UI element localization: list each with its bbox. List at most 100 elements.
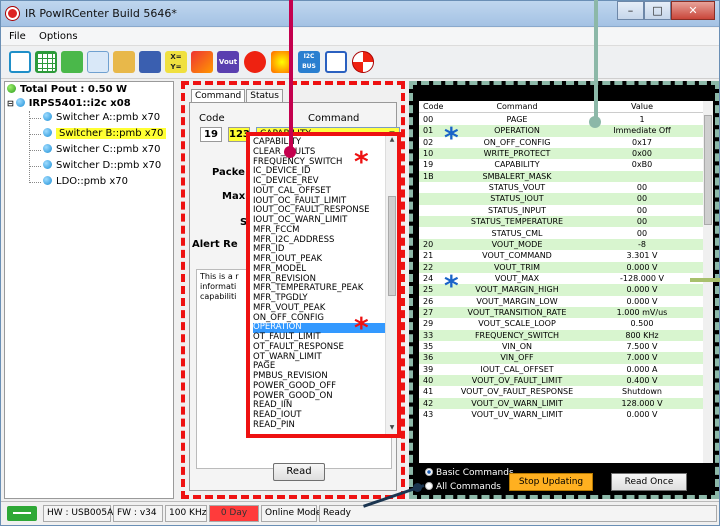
dropdown-option[interactable]: MFR_MODEL [253,264,385,275]
table-row[interactable]: 21 VOUT_COMMAND 3.301 V [419,250,703,261]
chip-icon[interactable] [87,51,109,73]
minimize-button[interactable]: – [617,1,644,20]
table-row[interactable]: 20 VOUT_MODE -8 [419,238,703,251]
scrollbar-thumb[interactable] [704,115,712,225]
read-once-button[interactable]: Read Once [611,473,687,491]
cell-code: 36 [423,353,434,363]
menu-options[interactable]: Options [39,31,78,42]
stop-updating-button[interactable]: Stop Updating [509,473,593,491]
table-row[interactable]: 43 VOUT_UV_WARN_LIMIT 0.000 V [419,409,703,420]
cell-code: 21 [423,251,434,261]
tree-item-switcher-c[interactable]: Switcher C::pmb x70 [43,143,160,157]
tree-icon[interactable] [9,51,31,73]
command-label: Command [308,113,360,124]
capacitor-icon[interactable] [325,51,347,73]
cell-command: VOUT_COMMAND [482,251,552,261]
xy-icon[interactable]: X= Y= [165,51,187,73]
read-button[interactable]: Read [273,463,325,481]
table-row[interactable]: STATUS_VOUT 00 [419,182,703,193]
tree-item-switcher-d[interactable]: Switcher D::pmb x70 [43,159,161,173]
table-row[interactable]: STATUS_INPUT 00 [419,205,703,216]
waveform-icon[interactable] [191,51,213,73]
table-row[interactable]: 02 ON_OFF_CONFIG 0x17 [419,137,703,148]
dropdown-scrollbar[interactable]: ▲ ▼ [385,136,397,434]
cell-value: 00 [636,205,648,215]
scroll-down-icon[interactable]: ▼ [386,424,397,434]
maximize-button[interactable]: □ [644,1,671,20]
tab-command[interactable]: Command [191,89,246,103]
cell-value: 1 [639,115,645,124]
vout-icon[interactable]: Vout [217,51,239,73]
table-row[interactable]: 40 VOUT_OV_FAULT_LIMIT 0.400 V [419,375,703,387]
menu-bar: File Options [1,28,719,46]
cell-command: CAPABILITY [494,160,540,170]
table-row[interactable]: STATUS_TEMPERATURE 00 [419,216,703,228]
table-row[interactable]: 41 VOUT_OV_FAULT_RESPONSE Shutdown [419,386,703,397]
table-row[interactable]: 27 VOUT_TRANSITION_RATE 1.000 mV/us [419,306,703,319]
cell-command: STATUS_CML [491,228,543,238]
cell-code: 39 [423,364,434,374]
grid-scrollbar[interactable] [703,101,713,463]
menu-file[interactable]: File [9,31,26,42]
table-row[interactable]: 26 VOUT_MARGIN_LOW 0.000 V [419,296,703,307]
cell-value: 0.000 V [626,285,658,295]
dropdown-option[interactable]: READ_PIN [253,420,385,431]
export-icon[interactable] [61,51,83,73]
cell-command: FREQUENCY_SWITCH [474,330,560,340]
cell-value: 0x00 [631,149,652,159]
radio-empty-icon [425,482,433,490]
table-row[interactable]: 42 VOUT_OV_WARN_LIMIT 128.000 V [419,397,703,410]
annotation-star-icon: * [354,145,369,178]
table-row[interactable]: 33 FREQUENCY_SWITCH 800 KHz [419,329,703,341]
tree-root[interactable]: Total Pout : 0.50 W [7,83,127,97]
table-row[interactable]: 39 IOUT_CAL_OFFSET 0.000 A [419,364,703,375]
table-row[interactable]: 10 WRITE_PROTECT 0x00 [419,148,703,160]
alert-response-label: Alert Re [192,239,238,250]
radio-basic-commands[interactable]: Basic Commands [425,468,514,478]
table-row[interactable]: 01 OPERATION Immediate Off [419,125,703,137]
tree-item-switcher-a[interactable]: Switcher A::pmb x70 [43,111,160,125]
table-row[interactable]: 35 VIN_ON 7.500 V [419,341,703,352]
table-row[interactable]: 00 PAGE 1 [419,114,703,125]
cell-value: -8 [638,239,646,249]
table-row[interactable]: 36 VIN_OFF 7.000 V [419,352,703,364]
table-row[interactable]: 25 VOUT_MARGIN_HIGH 0.000 V [419,284,703,296]
col-code[interactable]: Code [423,101,449,113]
tab-status[interactable]: Status [246,89,283,103]
col-command[interactable]: Command [451,101,583,113]
dropdown-option[interactable]: OT_FAULT_RESPONSE [253,342,385,353]
table-row[interactable]: 24 VOUT_MAX -128.000 V [419,273,703,284]
device-tree: Total Pout : 0.50 W ⊟ IRPS5401::i2c x08 S… [4,81,174,499]
table-row[interactable]: 1B SMBALERT_MASK [419,170,703,183]
dropdown-option[interactable]: POWER_GOOD_OFF [253,381,385,392]
maximum-label: Maxi [222,191,249,202]
i2c-bus-icon[interactable]: I2C BUS [298,51,320,73]
cell-code: 43 [423,410,434,420]
table-row[interactable]: 29 VOUT_SCALE_LOOP 0.500 [419,318,703,329]
dropdown-option[interactable]: IOUT_CAL_OFFSET [253,186,385,197]
tree-item-switcher-b[interactable]: Switcher B::pmb x70 [43,127,167,141]
cell-value: 0.000 V [626,410,658,420]
close-button[interactable]: ✕ [671,1,715,20]
grid-header: Code Command Value [419,101,703,113]
dropdown-option[interactable]: MFR_FCCM [253,225,385,236]
scrollbar-thumb[interactable] [388,196,396,296]
table-row[interactable]: 22 VOUT_TRIM 0.000 V [419,261,703,273]
folder-icon[interactable] [113,51,135,73]
table-row[interactable]: 19 CAPABILITY 0xB0 [419,159,703,170]
grid-icon[interactable] [35,51,57,73]
table-row[interactable]: STATUS_CML 00 [419,228,703,239]
scroll-up-icon[interactable]: ▲ [386,136,397,146]
cell-value: 0xB0 [631,160,653,170]
mode-status: Online Mode [261,505,321,522]
lifebuoy-icon[interactable] [352,51,374,73]
tree-device[interactable]: ⊟ IRPS5401::i2c x08 [7,97,131,111]
col-value[interactable]: Value [589,101,695,113]
collapse-icon[interactable]: ⊟ [7,99,14,108]
radio-all-commands[interactable]: All Commands [425,482,501,492]
table-row[interactable]: STATUS_IOUT 00 [419,193,703,205]
save-icon[interactable] [139,51,161,73]
dial-icon[interactable] [244,51,266,73]
packet-label: Packe [212,167,245,178]
tree-item-ldo[interactable]: LDO::pmb x70 [43,175,128,189]
